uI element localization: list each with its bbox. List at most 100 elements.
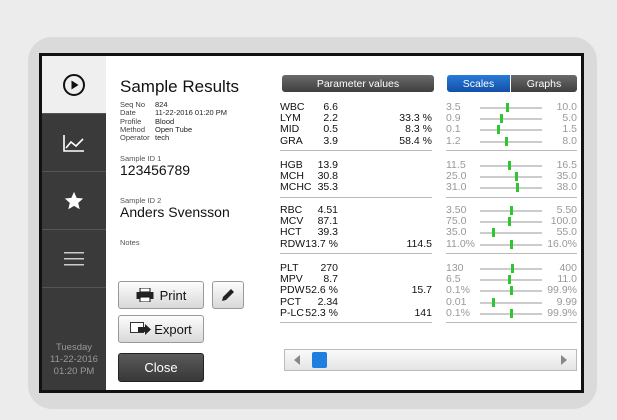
edit-button[interactable]: [212, 281, 244, 309]
scale-bar: [480, 107, 542, 109]
scale-low: 31.0: [446, 181, 467, 194]
param-extra: 141: [414, 306, 432, 319]
print-label: Print: [159, 287, 187, 303]
scale-bar: [480, 187, 542, 190]
scale-row: 0.1 1.5: [446, 124, 577, 135]
parameter-group: PLT 270 MPV 8.7 PDW 52.6 % 15.7 PCT 2.34 P-LC 52.3…: [280, 262, 432, 323]
scale-marker: [509, 206, 513, 215]
scale-group: 11.5 16.5 25.0 35.0 31.0 38.0: [446, 159, 577, 198]
notes-label: Notes: [120, 238, 140, 247]
param-value: 52.6 %: [305, 284, 338, 297]
sidebar: Tuesday 11-22-2016 01:20 PM: [42, 56, 106, 390]
scroll-thumb[interactable]: [312, 352, 327, 368]
pencil-icon: [222, 289, 234, 301]
param-name: HCT: [280, 226, 302, 239]
parameter-row: MCV 87.1: [280, 215, 432, 227]
scroll-left-icon[interactable]: [293, 355, 301, 365]
date-time-display: Tuesday 11-22-2016 01:20 PM: [42, 342, 106, 378]
scale-row: 0.9 5.0: [446, 112, 577, 124]
param-name: P-LC: [280, 306, 304, 319]
scale-bar: [480, 176, 542, 179]
scale-low: 0.1%: [446, 306, 470, 319]
parameter-row: HCT 39.3: [280, 227, 432, 238]
scale-marker: [509, 286, 513, 296]
param-value: 35.3: [317, 181, 338, 194]
scale-high: 16.0%: [547, 237, 577, 250]
scale-low: 1.2: [446, 134, 461, 147]
scale-row: 0.1% 99.9%: [446, 306, 577, 319]
scale-row: 35.0 55.0: [446, 227, 577, 238]
sample-meta: Seq No 824 Date 11-22-2016 01:20 PM Profil…: [120, 100, 227, 142]
param-value: 13.7 %: [305, 237, 338, 250]
parameter-row: PDW 52.6 % 15.7: [280, 285, 432, 296]
scale-high: 99.9%: [547, 284, 577, 297]
scale-low: 0.1: [446, 123, 461, 136]
tab-scales[interactable]: Scales: [447, 75, 510, 92]
horizontal-scrollbar[interactable]: [284, 349, 577, 371]
scale-bar: [480, 301, 542, 304]
tab-parameter-values[interactable]: Parameter values: [282, 75, 434, 92]
scale-marker: [509, 239, 513, 249]
scale-marker: [508, 217, 512, 227]
scale-group: 130 400 6.5 11.0 0.1% 99.9% 0.01 9.99 0.1% 99.9%: [446, 262, 577, 323]
param-extra: 114.5: [406, 237, 433, 250]
sample-id1-value: 123456789: [120, 162, 191, 178]
tab-graphs[interactable]: Graphs: [511, 75, 577, 92]
print-button[interactable]: Print: [118, 281, 204, 309]
sidebar-item-menu[interactable]: [42, 230, 106, 288]
scale-high: 38.0: [556, 181, 577, 194]
param-extra: 58.4 %: [399, 134, 432, 147]
param-value: 39.3: [317, 226, 338, 239]
parameter-row: RDW 13.7 % 114.5: [280, 237, 433, 250]
scale-row: 0.1% 99.9%: [446, 285, 577, 296]
scale-high: 1.5: [562, 123, 577, 136]
sidebar-item-chart[interactable]: [42, 114, 106, 172]
scale-marker: [514, 172, 518, 182]
scale-bar: [480, 140, 542, 143]
export-icon: [130, 322, 152, 335]
close-button[interactable]: Close: [118, 353, 204, 382]
param-name: MCHC: [280, 181, 312, 194]
scale-low: 0.1%: [446, 284, 470, 297]
close-label: Close: [144, 360, 178, 375]
scale-marker: [508, 161, 512, 170]
param-extra: 8.3 %: [405, 123, 432, 136]
export-label: Export: [154, 321, 192, 337]
analyzer-screen: Tuesday 11-22-2016 01:20 PM Sample Resul…: [39, 53, 584, 393]
param-name: RDW: [280, 237, 306, 250]
time-text: 01:20 PM: [53, 366, 95, 377]
scale-marker: [508, 275, 512, 285]
scale-marker: [500, 114, 504, 124]
parameter-group: HGB 13.9 MCH 30.8 MCHC 35.3: [280, 159, 432, 198]
param-name: MID: [280, 123, 300, 136]
param-extra: 15.7: [411, 284, 432, 297]
star-icon: [64, 191, 84, 209]
param-value: 3.9: [323, 134, 338, 147]
chart-icon: [63, 134, 84, 152]
scale-marker: [492, 228, 496, 238]
param-name: PDW: [280, 284, 305, 297]
play-icon: [63, 73, 85, 96]
scroll-right-icon[interactable]: [560, 355, 568, 365]
weekday-text: Tuesday: [55, 342, 93, 353]
parameter-group: RBC 4.51 MCV 87.1 HCT 39.3 RDW 13.7 % 114.5: [280, 204, 433, 254]
parameter-row: PLT 270: [280, 262, 432, 274]
parameter-row: MCHC 35.3: [280, 182, 432, 193]
scale-row: 11.0% 16.0%: [446, 237, 577, 250]
date-text: 11-22-2016: [50, 354, 98, 365]
scale-high: 99.9%: [547, 306, 577, 319]
export-button[interactable]: Export: [118, 315, 204, 343]
sidebar-item-play[interactable]: [42, 56, 106, 114]
scale-high: 55.0: [556, 226, 577, 239]
scale-row: 31.0 38.0: [446, 182, 577, 193]
scale-marker: [506, 103, 510, 112]
scale-low: 35.0: [446, 226, 467, 239]
scale-marker: [492, 297, 496, 307]
scale-marker: [515, 183, 519, 193]
scale-group: 3.50 5.50 75.0 100.0 35.0 55.0 11.0% 16.0%: [446, 204, 577, 254]
scale-low: 11.0%: [446, 237, 475, 250]
parameter-row: GRA 3.9 58.4 %: [280, 134, 432, 147]
parameter-group: WBC 6.6 LYM 2.2 33.3 % MID 0.5 8.3 % GRA 3.9 58.4 …: [280, 101, 432, 151]
sidebar-item-favorites[interactable]: [42, 172, 106, 230]
scale-row: 3.5 10.0: [446, 101, 577, 113]
